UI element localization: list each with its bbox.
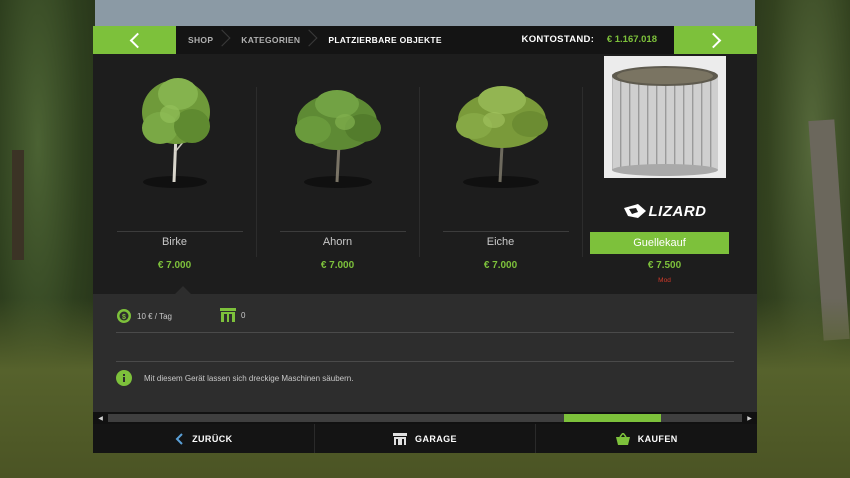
item-price: € 7.000 <box>320 260 355 271</box>
previous-page-button[interactable] <box>93 26 176 54</box>
shop-panel: SHOP KATEGORIEN PLATZIERBARE OBJEKTE KON… <box>93 26 757 453</box>
scroll-right-arrow-icon[interactable]: ▶ <box>742 412 757 424</box>
garage-icon <box>393 432 408 445</box>
scroll-track[interactable] <box>108 414 742 422</box>
daily-cost: $ 10 € / Tag <box>116 308 172 324</box>
brand-logo-text: LIZARD <box>648 202 707 220</box>
oak-tree-icon <box>419 64 582 194</box>
breadcrumb-platzierbare-objekte: PLATZIERBARE OBJEKTE <box>328 35 442 45</box>
breadcrumb-kategorien[interactable]: KATEGORIEN <box>229 26 316 54</box>
top-bar: SHOP KATEGORIEN PLATZIERBARE OBJEKTE KON… <box>93 26 757 54</box>
shop-item-guellekauf[interactable]: LIZARD Guellekauf € 7.500 Mod <box>583 54 746 294</box>
item-name: Eiche <box>486 236 515 248</box>
item-description: Mit diesem Gerät lassen sich dreckige Ma… <box>116 370 353 386</box>
birch-tree-icon <box>93 64 256 194</box>
item-price: € 7.000 <box>157 260 192 271</box>
item-name: Guellekauf <box>590 232 729 254</box>
breadcrumb-shop[interactable]: SHOP <box>176 26 229 54</box>
selection-pointer <box>175 286 191 294</box>
slurry-tank-icon <box>583 56 746 186</box>
slot-usage: 0 <box>220 308 245 322</box>
mod-tag: Mod <box>658 277 671 284</box>
brand-logo: LIZARD <box>605 200 725 222</box>
back-button-label: ZURÜCK <box>192 433 233 444</box>
scroll-thumb[interactable] <box>564 414 661 422</box>
breadcrumb: SHOP KATEGORIEN PLATZIERBARE OBJEKTE <box>176 26 458 54</box>
shop-item-eiche[interactable]: Eiche € 7.000 <box>419 54 583 294</box>
horizontal-scrollbar[interactable]: ◀ ▶ <box>93 412 757 424</box>
account-balance: KONTOSTAND: € 1.167.018 <box>522 26 657 54</box>
info-icon <box>116 370 132 386</box>
buy-basket-icon <box>615 432 630 445</box>
item-price: € 7.000 <box>483 260 518 271</box>
account-balance-label: KONTOSTAND: <box>521 34 595 45</box>
next-page-button[interactable] <box>674 26 757 54</box>
svg-text:$: $ <box>122 314 126 321</box>
background-sky <box>80 0 770 26</box>
item-carousel: Birke € 7.000 Ahorn € 7.000 Eiche € 7.00… <box>93 54 757 294</box>
buy-button-label: KAUFEN <box>637 433 678 444</box>
daily-cost-value: 10 € / Tag <box>137 311 172 321</box>
item-price: € 7.500 <box>647 260 682 271</box>
chevron-right-icon <box>705 32 721 48</box>
chevron-left-icon <box>175 432 183 445</box>
shop-item-birke[interactable]: Birke € 7.000 <box>93 54 257 294</box>
garage-button[interactable]: GARAGE <box>315 424 537 453</box>
bottom-bar: ZURÜCK GARAGE KAUFEN <box>93 424 757 453</box>
back-button[interactable]: ZURÜCK <box>93 424 315 453</box>
item-name: Ahorn <box>322 236 353 248</box>
scroll-left-arrow-icon[interactable]: ◀ <box>93 412 108 424</box>
garage-button-label: GARAGE <box>415 433 457 444</box>
account-balance-value: € 1.167.018 <box>606 34 657 45</box>
shop-item-ahorn[interactable]: Ahorn € 7.000 <box>256 54 420 294</box>
lizard-brand-icon <box>623 204 646 218</box>
item-name: Birke <box>161 236 188 248</box>
chevron-left-icon <box>129 32 145 48</box>
background-trunk-left <box>12 150 24 260</box>
item-divider <box>443 231 569 232</box>
cost-gear-icon: $ <box>117 309 131 323</box>
maple-tree-icon <box>256 64 419 194</box>
item-description-text: Mit diesem Gerät lassen sich dreckige Ma… <box>144 373 354 383</box>
item-details: $ 10 € / Tag 0 Mit diesem Gerät lassen s… <box>93 294 757 412</box>
item-divider <box>280 231 406 232</box>
details-divider <box>116 332 734 333</box>
buy-button[interactable]: KAUFEN <box>536 424 757 453</box>
item-divider <box>117 231 243 232</box>
slot-usage-value: 0 <box>241 310 246 320</box>
slots-icon <box>220 308 236 322</box>
details-divider <box>116 361 734 362</box>
